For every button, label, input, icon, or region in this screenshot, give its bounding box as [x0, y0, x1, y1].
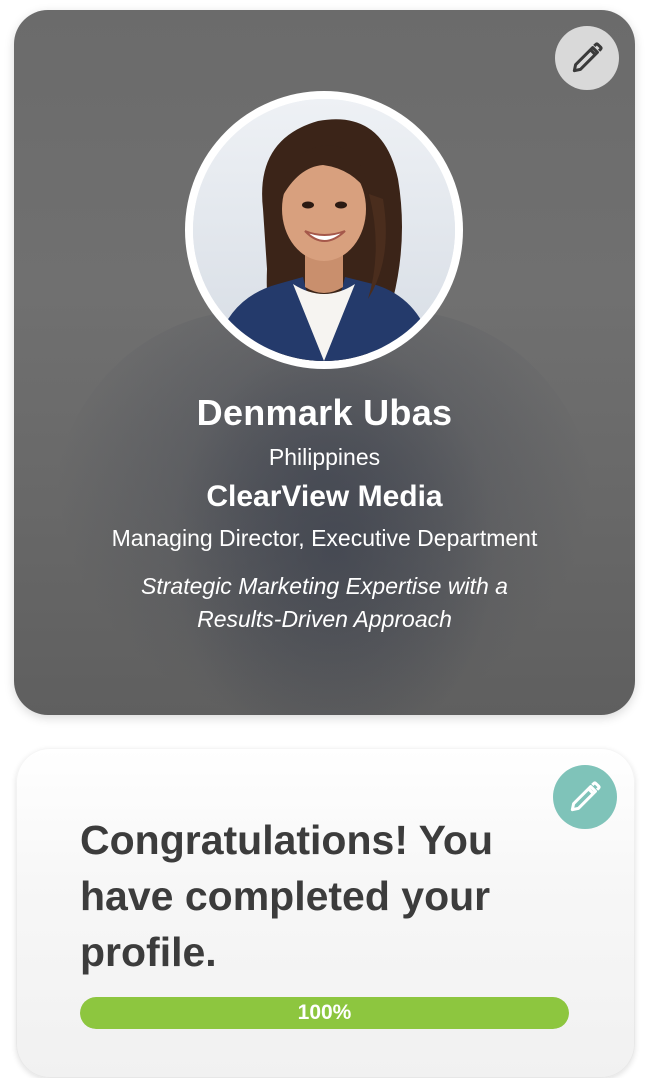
tagline-line-2: Results-Driven Approach: [197, 606, 452, 632]
tagline-line-1: Strategic Marketing Expertise with a: [141, 573, 508, 599]
profile-company: ClearView Media: [206, 480, 443, 513]
edit-profile-button[interactable]: [553, 765, 617, 829]
progress-label: 100%: [297, 1001, 352, 1024]
profile-progress-bar: 100%: [80, 997, 569, 1029]
profile-tagline: Strategic Marketing Expertise with a Res…: [14, 570, 635, 636]
pencil-icon: [572, 42, 603, 73]
profile-name: Denmark Ubas: [196, 392, 453, 433]
avatar[interactable]: [193, 99, 455, 361]
profile-completion-card: Congratulations! You have completed your…: [16, 748, 635, 1078]
profile-header-card: Denmark Ubas Philippines ClearView Media…: [14, 10, 635, 715]
avatar-frame: [185, 91, 463, 369]
profile-position: Managing Director, Executive Department: [111, 525, 538, 551]
profile-country: Philippines: [268, 444, 381, 470]
pencil-icon: [570, 781, 601, 812]
avatar-photo: [193, 99, 455, 361]
completion-message: Congratulations! You have completed your…: [80, 817, 494, 975]
edit-profile-header-button[interactable]: [555, 26, 619, 90]
